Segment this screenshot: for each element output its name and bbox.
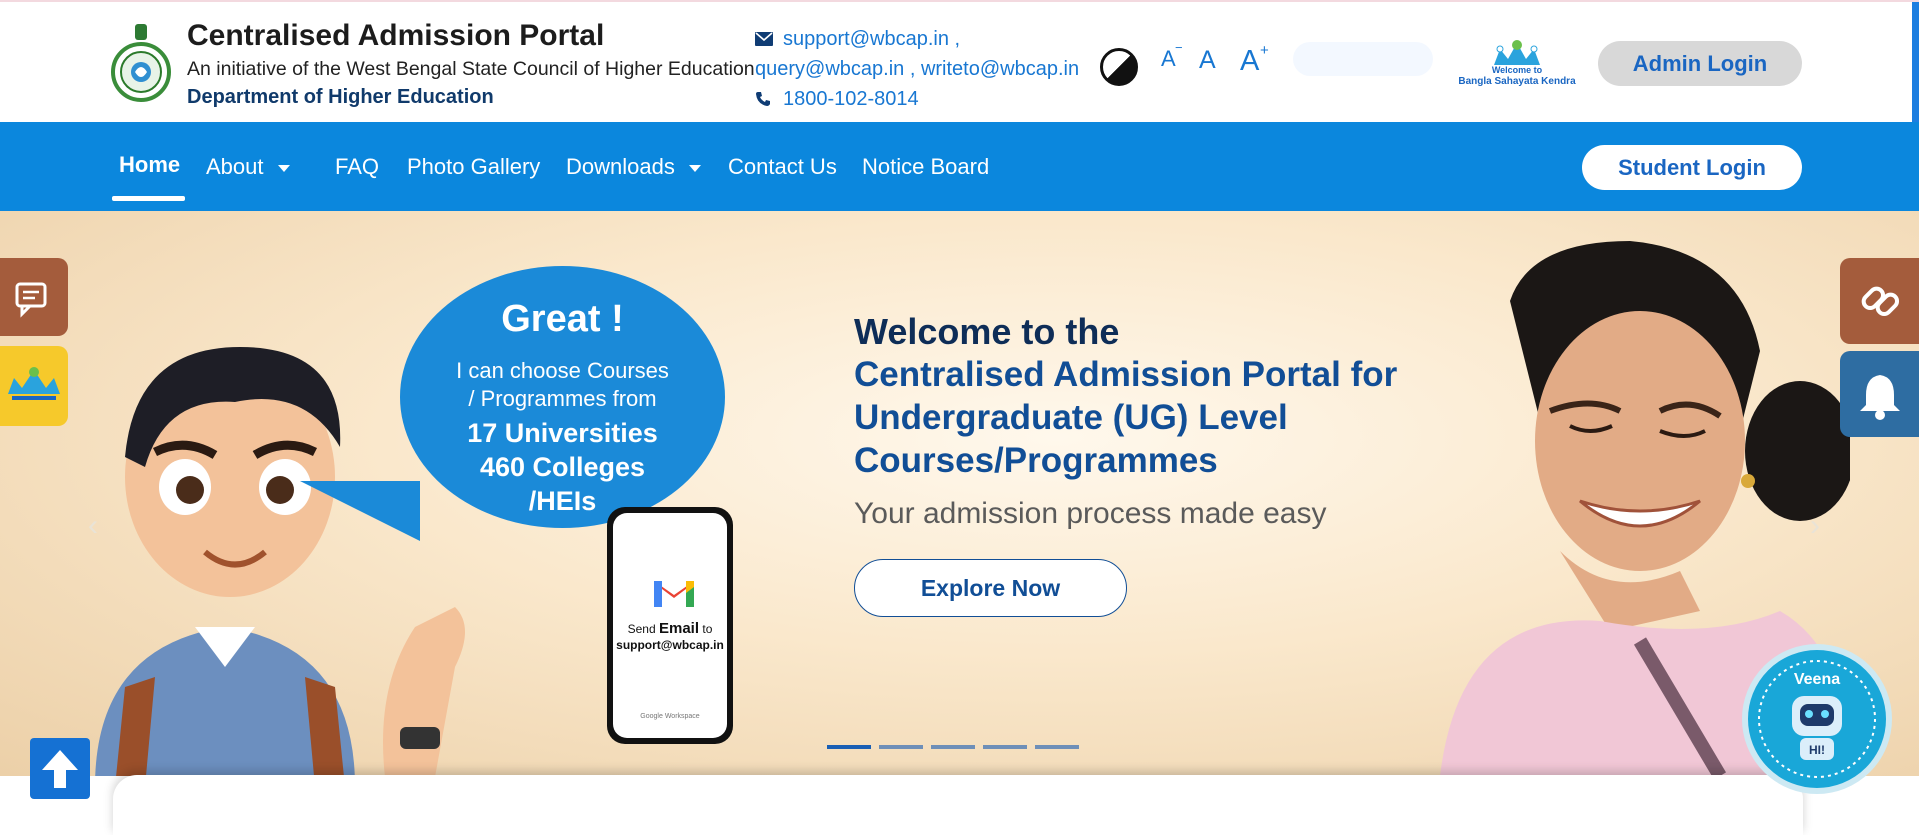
bsk-welcome-text: Welcome to xyxy=(1491,65,1543,75)
phone-send-suffix: to xyxy=(702,622,713,636)
nav-active-indicator xyxy=(112,196,185,201)
carousel-indicator[interactable] xyxy=(931,745,975,749)
nav-downloads-label: Downloads xyxy=(566,154,675,179)
carousel-indicator[interactable] xyxy=(983,745,1027,749)
phone-send-bold: Email xyxy=(658,620,700,637)
font-increase-plus-icon: + xyxy=(1260,42,1269,59)
bsk-name-text: Bangla Sahayata Kendra xyxy=(1458,76,1576,87)
nav-home[interactable]: Home xyxy=(119,152,180,178)
contact-block: support@wbcap.in , query@wbcap.in , writ… xyxy=(755,24,1079,114)
wb-emblem-logo[interactable] xyxy=(110,22,172,102)
font-default-button[interactable]: A xyxy=(1199,46,1216,75)
portal-title: Centralised Admission Portal xyxy=(187,19,605,52)
bubble-line1: I can choose Courses xyxy=(456,358,669,383)
phone-email-address: support@wbcap.in xyxy=(616,638,724,652)
veena-chatbot-icon[interactable]: HI! Veena xyxy=(1742,644,1892,794)
bubble-colleges: 460 Colleges xyxy=(479,452,646,482)
phone-send-text: Send Email to support@wbcap.in xyxy=(613,621,727,653)
hero-carousel: Great ! I can choose Courses / Programme… xyxy=(0,211,1919,776)
nav-about-label: About xyxy=(206,154,264,179)
arrow-up-icon[interactable] xyxy=(30,738,90,799)
support-email-link[interactable]: support@wbcap.in , xyxy=(783,24,960,54)
phone-illustration: Send Email to support@wbcap.in Google Wo… xyxy=(607,507,733,744)
contrast-toggle-icon[interactable] xyxy=(1100,48,1138,86)
phone-icon xyxy=(755,91,773,107)
chatbot-hi-text: HI! xyxy=(1809,743,1825,757)
carousel-indicator[interactable] xyxy=(827,745,871,749)
phone-screen: Send Email to support@wbcap.in Google Wo… xyxy=(613,513,727,738)
student-login-button[interactable]: Student Login xyxy=(1582,145,1802,190)
nav-contact-us[interactable]: Contact Us xyxy=(728,154,837,180)
explore-now-button[interactable]: Explore Now xyxy=(854,559,1127,617)
bell-icon[interactable] xyxy=(1840,351,1919,437)
chatbot-label: Veena xyxy=(1794,671,1840,688)
link-icon[interactable] xyxy=(1840,258,1919,344)
content-panel xyxy=(113,775,1803,835)
department-name: Department of Higher Education xyxy=(187,86,494,108)
hero-headline: Centralised Admission Portal for Undergr… xyxy=(854,355,1398,480)
phone-footer: Google Workspace xyxy=(640,713,700,720)
nav-faq[interactable]: FAQ xyxy=(335,154,379,180)
nav-photo-gallery[interactable]: Photo Gallery xyxy=(407,154,540,180)
envelope-icon xyxy=(755,32,773,46)
portal-subtitle: An initiative of the West Bengal State C… xyxy=(187,58,755,80)
chevron-down-icon xyxy=(277,164,290,172)
carousel-indicator[interactable] xyxy=(1035,745,1079,749)
bubble-universities: 17 Universities xyxy=(467,418,658,448)
nav-about[interactable]: About xyxy=(206,154,290,180)
hero-welcome: Welcome to the xyxy=(854,311,1120,352)
helpline-number[interactable]: 1800-102-8014 xyxy=(783,84,919,114)
hero-tagline: Your admission process made easy xyxy=(854,497,1327,530)
other-emails-link[interactable]: query@wbcap.in , writeto@wbcap.in xyxy=(755,54,1079,84)
speech-bubble: Great ! I can choose Courses / Programme… xyxy=(400,266,725,528)
admin-login-button[interactable]: Admin Login xyxy=(1598,41,1802,86)
font-decrease-button[interactable]: A xyxy=(1161,46,1176,72)
hero-text-block: Welcome to the Centralised Admission Por… xyxy=(854,311,1454,482)
nav-downloads[interactable]: Downloads xyxy=(566,154,701,180)
speech-bubble-tail xyxy=(300,481,420,541)
bsk-logo[interactable]: Welcome to Bangla Sahayata Kendra xyxy=(1454,35,1580,89)
phone-send-prefix: Send xyxy=(627,622,656,636)
carousel-next-icon[interactable]: › xyxy=(1810,509,1820,543)
bubble-line2: / Programmes from xyxy=(468,386,657,411)
language-selector[interactable] xyxy=(1293,42,1433,76)
nav-notice-board[interactable]: Notice Board xyxy=(862,154,989,180)
font-decrease-minus-icon: − xyxy=(1175,40,1183,55)
carousel-indicators xyxy=(827,745,1079,749)
top-header: Centralised Admission Portal An initiati… xyxy=(0,0,1919,124)
carousel-prev-icon[interactable]: ‹ xyxy=(88,509,98,543)
chat-icon[interactable] xyxy=(0,258,68,336)
font-increase-button[interactable]: A xyxy=(1240,45,1259,78)
gmail-icon xyxy=(654,581,694,607)
bubble-title: Great ! xyxy=(501,298,624,340)
carousel-indicator[interactable] xyxy=(879,745,923,749)
chevron-down-icon xyxy=(688,164,701,172)
page-scrollbar[interactable] xyxy=(1912,2,1919,124)
bsk-crown-icon[interactable] xyxy=(0,346,68,426)
